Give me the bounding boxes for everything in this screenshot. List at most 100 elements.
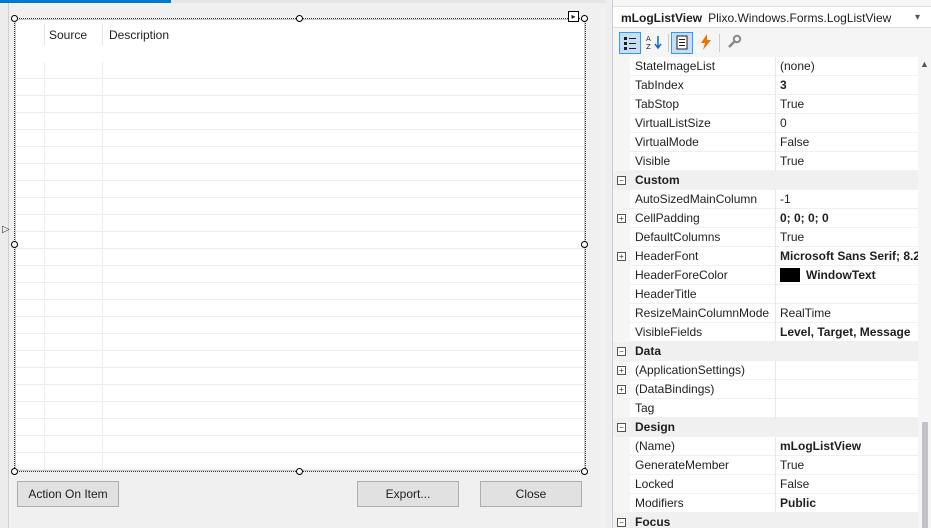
property-row[interactable]: (Name) mLogListView (613, 437, 918, 456)
property-row[interactable]: Tag (613, 399, 918, 418)
list-row[interactable] (16, 198, 584, 215)
property-row[interactable]: DefaultColumns True (613, 228, 918, 247)
list-row[interactable] (16, 402, 584, 419)
property-name[interactable]: TabIndex (630, 76, 776, 95)
column-header-description[interactable]: Description (105, 20, 305, 50)
list-row[interactable] (16, 130, 584, 147)
property-row[interactable]: HeaderForeColor WindowText (613, 266, 918, 285)
property-name[interactable]: CellPadding (630, 209, 776, 228)
list-row[interactable] (16, 266, 584, 283)
list-row[interactable] (16, 147, 584, 164)
property-row[interactable]: ResizeMainColumnMode RealTime (613, 304, 918, 323)
property-row[interactable]: + (ApplicationSettings) (613, 361, 918, 380)
property-name[interactable]: DefaultColumns (630, 228, 776, 247)
property-value[interactable]: False (776, 475, 918, 494)
property-name[interactable]: GenerateMember (630, 456, 776, 475)
list-row[interactable] (16, 249, 584, 266)
form-designer[interactable]: ▷ Source Description ▸ Action On Item Ex… (0, 0, 606, 528)
smart-tag-icon[interactable]: ▸ (568, 11, 579, 22)
list-row[interactable] (16, 283, 584, 300)
property-row[interactable]: TabIndex 3 (613, 76, 918, 95)
alphabetical-icon[interactable]: AZ (643, 32, 665, 54)
property-value[interactable] (776, 285, 918, 304)
expand-icon[interactable]: + (617, 385, 626, 394)
scroll-up-icon[interactable]: ▲ (920, 59, 929, 69)
property-row[interactable]: Visible True (613, 152, 918, 171)
property-name[interactable]: (Name) (630, 437, 776, 456)
property-name[interactable]: VirtualMode (630, 133, 776, 152)
chevron-down-icon[interactable]: ▾ (915, 7, 920, 29)
category-design[interactable]: − Design (613, 418, 918, 437)
category-data[interactable]: − Data (613, 342, 918, 361)
events-icon[interactable] (695, 32, 717, 54)
property-row[interactable]: VirtualMode False (613, 133, 918, 152)
property-name[interactable]: HeaderForeColor (630, 266, 776, 285)
category-custom[interactable]: − Custom (613, 171, 918, 190)
property-row[interactable]: StateImageList (none) (613, 57, 918, 76)
property-name[interactable]: Visible (630, 152, 776, 171)
property-row[interactable]: Locked False (613, 475, 918, 494)
object-selector[interactable]: mLogListView Plixo.Windows.Forms.LogListV… (613, 6, 931, 28)
resize-handle[interactable] (581, 15, 588, 22)
property-row[interactable]: VirtualListSize 0 (613, 114, 918, 133)
property-name[interactable]: Locked (630, 475, 776, 494)
property-value[interactable]: (none) (776, 57, 918, 76)
collapse-icon[interactable]: − (617, 176, 626, 185)
property-value[interactable]: 0; 0; 0; 0 (776, 209, 918, 228)
export-button[interactable]: Export... (357, 481, 459, 507)
property-name[interactable]: Modifiers (630, 494, 776, 513)
property-grid[interactable]: StateImageList (none) TabIndex 3 TabStop True… (613, 57, 918, 528)
list-row[interactable] (16, 385, 584, 402)
list-row[interactable] (16, 113, 584, 130)
property-value[interactable]: RealTime (776, 304, 918, 323)
list-row[interactable] (16, 317, 584, 334)
property-name[interactable]: StateImageList (630, 57, 776, 76)
list-row[interactable] (16, 436, 584, 453)
property-row[interactable]: HeaderTitle (613, 285, 918, 304)
property-value[interactable]: Level, Target, Message (776, 323, 918, 342)
list-row[interactable] (16, 232, 584, 249)
property-value[interactable]: Public (776, 494, 918, 513)
list-row[interactable] (16, 96, 584, 113)
property-name[interactable]: HeaderFont (630, 247, 776, 266)
resize-handle[interactable] (11, 468, 18, 475)
property-name[interactable]: ResizeMainColumnMode (630, 304, 776, 323)
list-row[interactable] (16, 419, 584, 436)
resize-handle[interactable] (296, 468, 303, 475)
resize-handle[interactable] (11, 241, 18, 248)
expand-icon[interactable]: + (617, 366, 626, 375)
property-value[interactable]: 0 (776, 114, 918, 133)
property-value[interactable]: True (776, 152, 918, 171)
scrollbar-thumb[interactable] (922, 422, 928, 528)
column-header-source[interactable]: Source (45, 20, 102, 50)
resize-handle[interactable] (296, 15, 303, 22)
property-name[interactable]: VisibleFields (630, 323, 776, 342)
list-row[interactable] (16, 164, 584, 181)
property-value[interactable]: mLogListView (776, 437, 918, 456)
property-value[interactable] (776, 399, 918, 418)
property-value[interactable]: False (776, 133, 918, 152)
list-row[interactable] (16, 62, 584, 79)
resize-handle[interactable] (581, 241, 588, 248)
resize-arrow-icon[interactable]: ▷ (2, 224, 10, 235)
column-header-level[interactable] (16, 20, 44, 50)
property-row[interactable]: TabStop True (613, 95, 918, 114)
property-value[interactable]: True (776, 228, 918, 247)
property-value[interactable]: WindowText (776, 266, 918, 285)
expand-icon[interactable]: + (617, 252, 626, 261)
list-row[interactable] (16, 368, 584, 385)
designer-tab-indicator[interactable] (0, 0, 171, 3)
property-name[interactable]: VirtualListSize (630, 114, 776, 133)
property-value[interactable]: True (776, 456, 918, 475)
category-focus[interactable]: − Focus (613, 513, 918, 528)
collapse-icon[interactable]: − (617, 518, 626, 527)
properties-icon[interactable] (671, 32, 693, 54)
property-name[interactable]: Tag (630, 399, 776, 418)
resize-handle[interactable] (581, 468, 588, 475)
list-row[interactable] (16, 351, 584, 368)
list-body[interactable] (16, 62, 584, 470)
property-row[interactable]: + CellPadding 0; 0; 0; 0 (613, 209, 918, 228)
property-row[interactable]: + HeaderFont Microsoft Sans Serif; 8.25 (613, 247, 918, 266)
property-row[interactable]: VisibleFields Level, Target, Message (613, 323, 918, 342)
property-name[interactable]: (DataBindings) (630, 380, 776, 399)
